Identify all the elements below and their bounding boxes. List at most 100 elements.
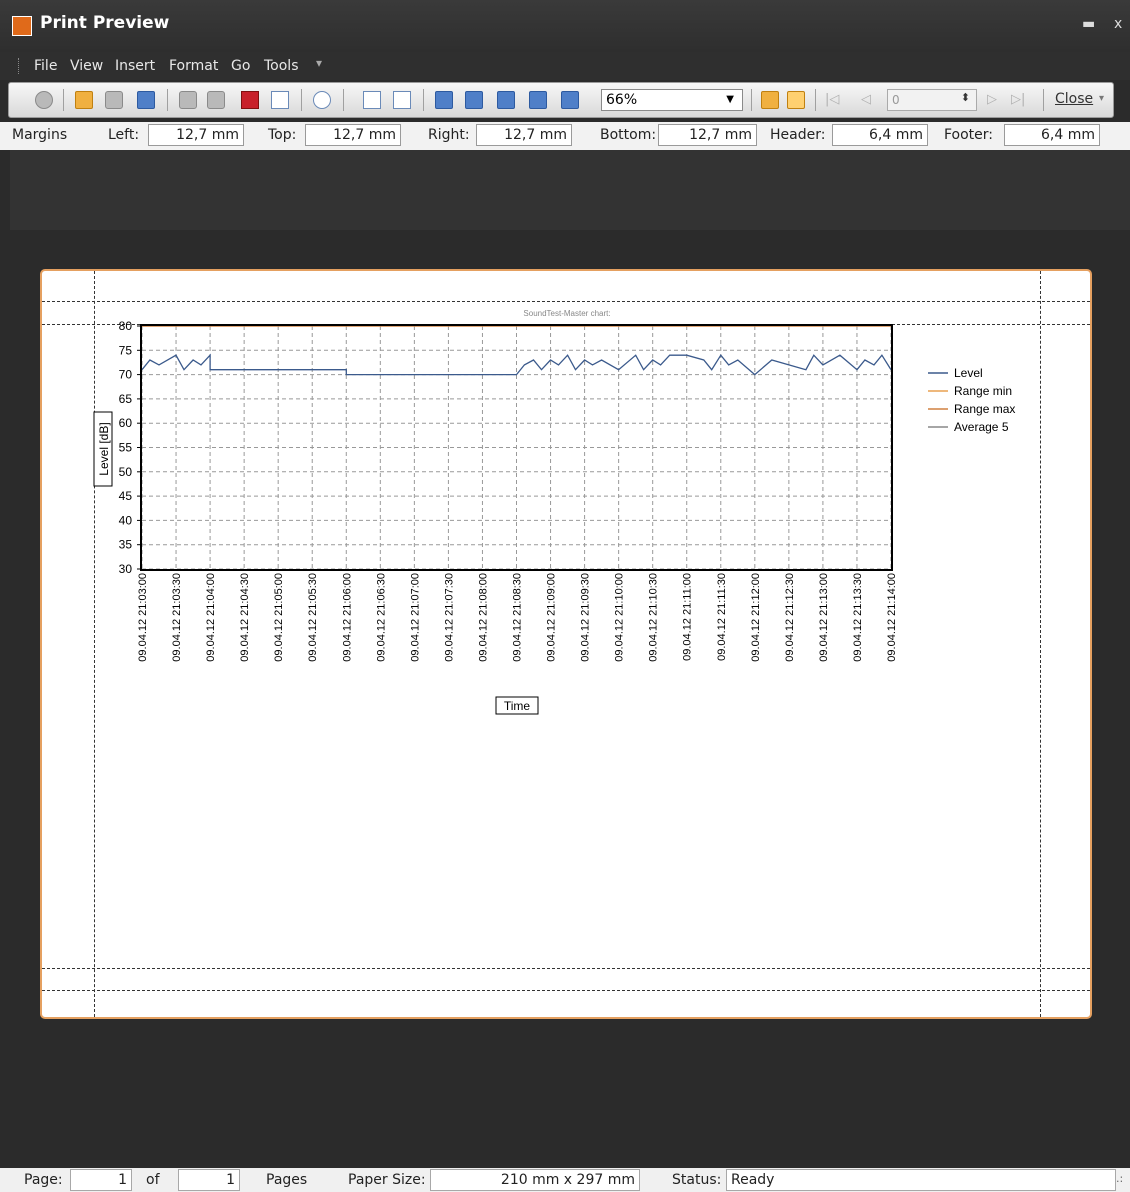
menu-grip-icon[interactable] — [18, 58, 21, 74]
settings-icon[interactable] — [35, 91, 53, 109]
spinner-icon[interactable]: ⬍ — [961, 91, 970, 104]
print-icon[interactable] — [179, 91, 197, 109]
y-tick-label: 30 — [119, 562, 133, 576]
page-label: Page: — [24, 1172, 63, 1188]
status-label: Status: — [672, 1172, 722, 1188]
x-tick-label: 09.04.12 21:08:30 — [512, 573, 524, 662]
x-tick-label: 09.04.12 21:06:00 — [341, 573, 353, 662]
preview-page[interactable]: SoundTest-Master chart: 30 35 40 45 50 55 60 65… — [40, 269, 1092, 1019]
y-axis-ticks: 30 35 40 45 50 55 60 65 70 75 80 — [119, 319, 142, 576]
resize-grip-icon[interactable]: .: — [1116, 1172, 1123, 1185]
menu-tools[interactable]: Tools — [264, 58, 299, 74]
x-tick-label: 09.04.12 21:14:00 — [886, 573, 898, 662]
chart-legend: Level Range min Range max Average 5 — [928, 366, 1015, 434]
status-field: Ready — [726, 1169, 1116, 1191]
x-tick-label: 09.04.12 21:09:00 — [546, 573, 558, 662]
close-button[interactable]: Close — [1055, 91, 1093, 107]
y-axis-label: Level [dB] — [97, 422, 111, 475]
x-axis-label: Time — [504, 699, 531, 713]
two-pages-icon[interactable] — [529, 91, 547, 109]
previous-page-icon[interactable]: ◁ — [861, 92, 871, 107]
page-width-icon[interactable] — [465, 91, 483, 109]
menu-file[interactable]: File — [34, 58, 57, 74]
close-window-icon[interactable]: x — [1114, 16, 1122, 32]
scale-icon[interactable] — [393, 91, 411, 109]
page-number-input[interactable]: 0 ⬍ — [887, 89, 977, 111]
page-number-value: 0 — [892, 93, 900, 107]
margins-bar: Margins Left: 12,7 mm Top: 12,7 mm Right… — [0, 122, 1130, 151]
bottom-margin-label: Bottom: — [600, 127, 657, 143]
zoom-select[interactable]: 66% ▼ — [601, 89, 743, 111]
menu-insert[interactable]: Insert — [115, 58, 155, 74]
toolbar-separator — [63, 89, 64, 111]
next-page-icon[interactable]: ▷ — [987, 92, 997, 107]
export-pdf-icon[interactable] — [241, 91, 259, 109]
maximize-icon[interactable]: ▬ — [1082, 16, 1095, 32]
one-page-icon[interactable] — [497, 91, 515, 109]
footer-margin-field[interactable]: 6,4 mm — [1004, 124, 1100, 146]
header-margin-label: Header: — [770, 127, 826, 143]
magnifier-icon[interactable] — [787, 91, 805, 109]
header-footer-icon[interactable] — [363, 91, 381, 109]
bottom-margin-field[interactable]: 12,7 mm — [658, 124, 757, 146]
y-tick-label: 70 — [119, 368, 133, 382]
y-tick-label: 65 — [119, 392, 133, 406]
toolbar-separator — [423, 89, 424, 111]
multiple-pages-icon[interactable] — [561, 91, 579, 109]
x-tick-label: 09.04.12 21:09:30 — [580, 573, 592, 662]
x-axis-ticks: 09.04.12 21:03:00 09.04.12 21:03:30 09.04.… — [137, 573, 898, 662]
chevron-down-icon: ▼ — [726, 94, 734, 105]
save-icon[interactable] — [137, 91, 155, 109]
x-tick-label: 09.04.12 21:05:00 — [273, 573, 285, 662]
x-tick-label: 09.04.12 21:13:30 — [852, 573, 864, 662]
x-tick-label: 09.04.12 21:08:00 — [477, 573, 489, 662]
legend-label: Range min — [954, 384, 1012, 398]
legend-label: Level — [954, 366, 983, 380]
page-setup-icon[interactable] — [271, 91, 289, 109]
y-tick-label: 60 — [119, 416, 133, 430]
y-tick-label: 35 — [119, 538, 133, 552]
pages-label: Pages — [266, 1172, 308, 1188]
chart-title: SoundTest-Master chart: — [523, 309, 610, 318]
legend-label: Average 5 — [954, 420, 1009, 434]
status-bar: Page: 1 of 1 Pages Paper Size: 210 mm x … — [0, 1168, 1130, 1192]
y-tick-label: 45 — [119, 489, 133, 503]
zoom-icon[interactable] — [435, 91, 453, 109]
x-tick-label: 09.04.12 21:03:00 — [137, 573, 149, 662]
last-page-icon[interactable]: ▷| — [1011, 92, 1025, 107]
x-tick-label: 09.04.12 21:05:30 — [307, 573, 319, 662]
y-tick-label: 40 — [119, 513, 133, 527]
right-margin-field[interactable]: 12,7 mm — [476, 124, 572, 146]
quick-print-icon[interactable] — [207, 91, 225, 109]
x-tick-label: 09.04.12 21:11:00 — [682, 573, 694, 661]
legend-label: Range max — [954, 402, 1015, 416]
x-tick-label: 09.04.12 21:13:00 — [818, 573, 830, 662]
menu-overflow-icon[interactable]: ▾ — [316, 56, 322, 70]
workspace-band — [10, 150, 1130, 230]
left-margin-field[interactable]: 12,7 mm — [148, 124, 244, 146]
margins-label: Margins — [12, 127, 68, 143]
copy-icon[interactable] — [105, 91, 123, 109]
toolbar-separator — [751, 89, 752, 111]
header-margin-field[interactable]: 6,4 mm — [832, 124, 928, 146]
x-tick-label: 09.04.12 21:07:30 — [443, 573, 455, 662]
y-tick-label: 55 — [119, 441, 133, 455]
toolbar-overflow-icon[interactable]: ▾ — [1099, 93, 1104, 104]
x-tick-label: 09.04.12 21:03:30 — [171, 573, 183, 662]
top-margin-field[interactable]: 12,7 mm — [305, 124, 401, 146]
window-title: Print Preview — [40, 13, 170, 33]
first-page-icon[interactable]: |◁ — [825, 92, 839, 107]
y-tick-label: 50 — [119, 465, 133, 479]
menu-view[interactable]: View — [70, 58, 103, 74]
open-icon[interactable] — [75, 91, 93, 109]
menu-format[interactable]: Format — [169, 58, 218, 74]
of-label: of — [146, 1172, 160, 1188]
x-tick-label: 09.04.12 21:06:30 — [375, 573, 387, 662]
x-tick-label: 09.04.12 21:07:00 — [409, 573, 421, 662]
top-margin-label: Top: — [268, 127, 297, 143]
hand-tool-icon[interactable] — [761, 91, 779, 109]
menu-go[interactable]: Go — [231, 58, 250, 74]
app-icon — [12, 16, 32, 36]
find-icon[interactable] — [313, 91, 331, 109]
x-tick-label: 09.04.12 21:12:00 — [750, 573, 762, 662]
